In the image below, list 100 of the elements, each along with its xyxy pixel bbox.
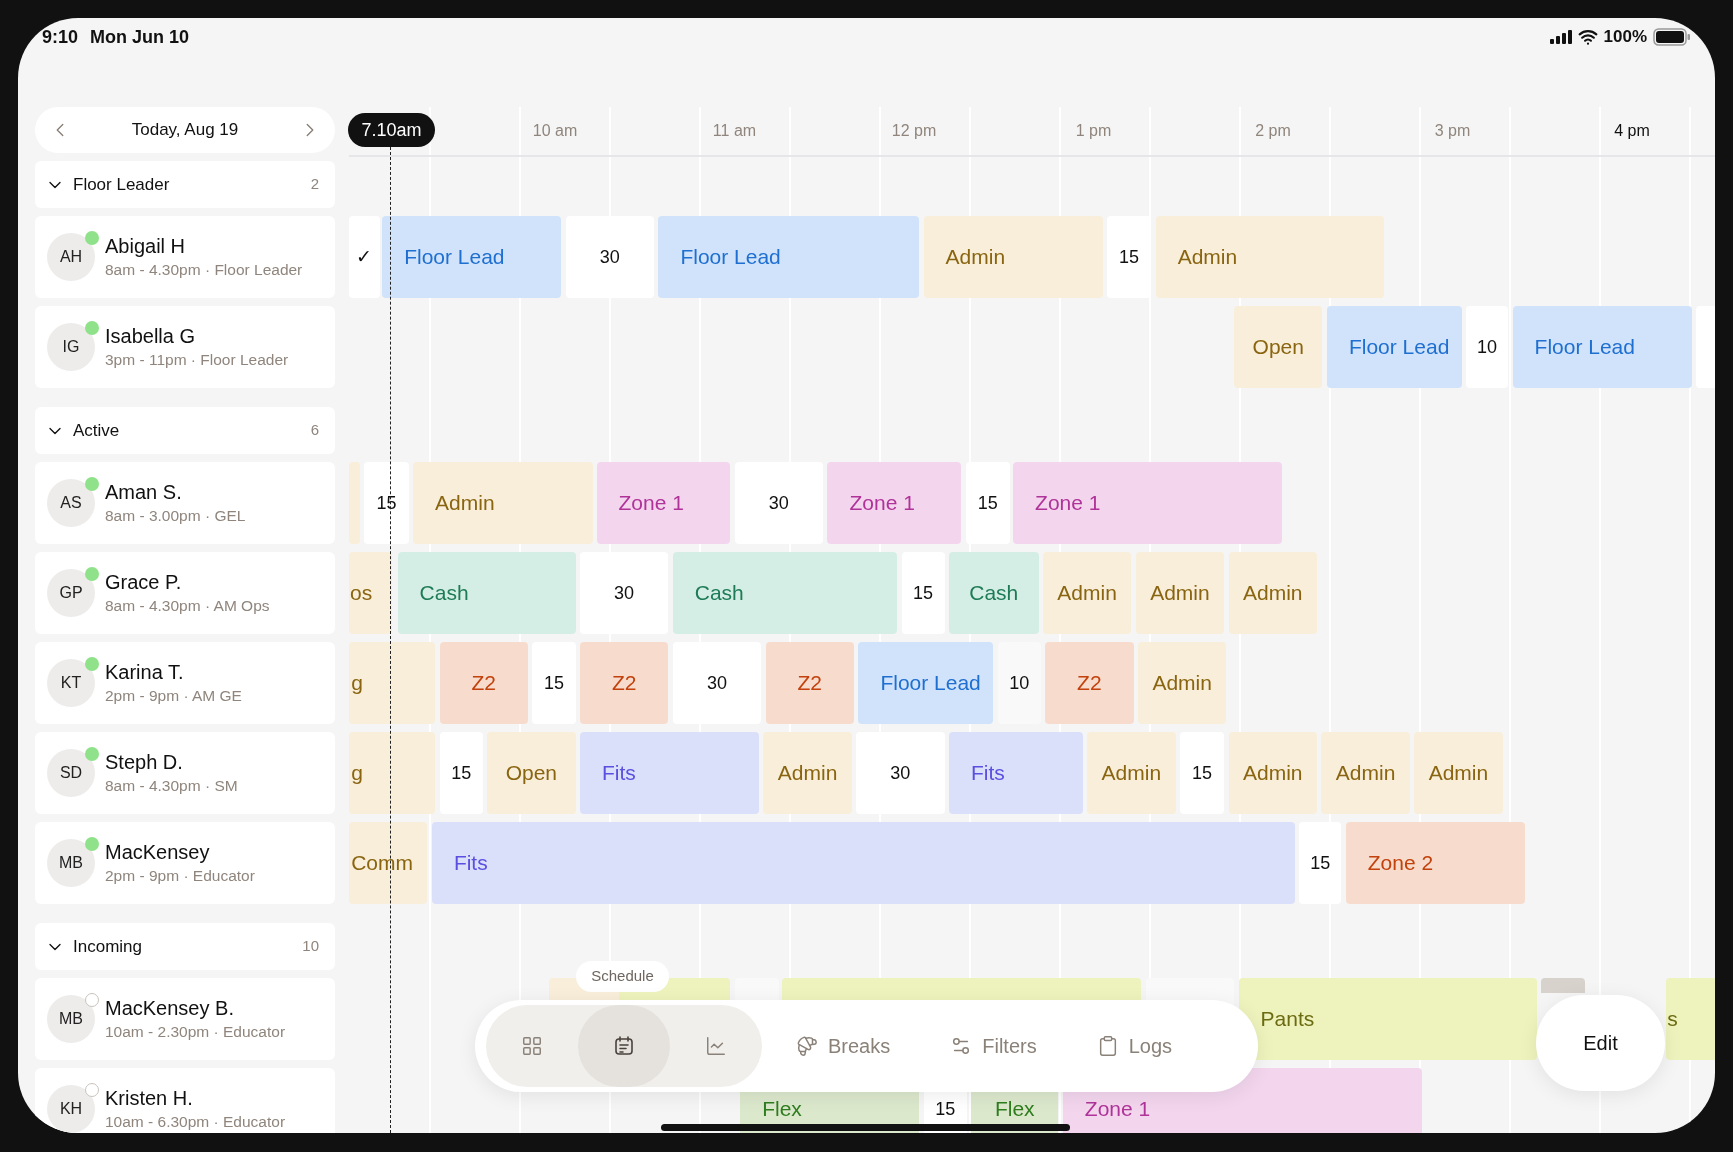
staff-card[interactable]: KT Karina T. 2pm - 9pm · AM GE (35, 642, 335, 724)
shift-block[interactable]: Z2 (1045, 642, 1134, 724)
break-block[interactable]: 30 (672, 642, 762, 724)
shift-block[interactable] (349, 462, 361, 544)
group-header[interactable]: Active 6 (35, 407, 335, 454)
staff-card[interactable]: MB MacKensey B. 10am - 2.30pm · Educator (35, 978, 335, 1060)
shift-block[interactable]: Fits (579, 732, 759, 814)
shift-block[interactable]: s (1666, 978, 1715, 1060)
staff-shift: 8am - 4.30pm · SM (105, 776, 238, 796)
staff-name: Abigail H (105, 234, 187, 259)
shift-block[interactable]: Admin (1042, 552, 1132, 634)
staff-shift: 8am - 4.30pm · Floor Leader (105, 260, 303, 280)
shift-block[interactable]: Admin (763, 732, 852, 814)
hour-label: 4 pm (1614, 121, 1650, 141)
staff-name: Karina T. (105, 660, 185, 685)
shift-block[interactable]: Pants (1238, 978, 1537, 1060)
staff-name: Steph D. (105, 750, 184, 775)
check-block[interactable]: ✓ (349, 216, 380, 298)
signal-icon (1549, 30, 1572, 44)
break-block[interactable]: 15 (1107, 216, 1152, 298)
filters-button[interactable]: Filters (950, 1031, 1037, 1061)
group-header[interactable]: Floor Leader 2 (35, 161, 335, 208)
break-block[interactable]: 15 (1299, 822, 1342, 904)
shift-block[interactable]: Z2 (765, 642, 854, 724)
shift-block[interactable]: Comm (349, 822, 428, 904)
staff-card[interactable]: IG Isabella G 3pm - 11pm · Floor Leader (35, 306, 335, 388)
avatar: KT (47, 659, 95, 707)
break-block[interactable]: 15 (965, 462, 1010, 544)
group-title: Active (73, 419, 120, 442)
break-block[interactable]: 30 (565, 216, 654, 298)
shift-block[interactable]: g (349, 732, 436, 814)
date-label: Today, Aug 19 (131, 119, 239, 142)
shift-block[interactable]: Admin (1087, 732, 1176, 814)
hour-label: 2 pm (1255, 121, 1291, 141)
shift-block[interactable]: Admin (923, 216, 1103, 298)
break-block[interactable]: 15 (439, 732, 483, 814)
staff-name: Isabella G (105, 324, 197, 349)
breaks-button[interactable]: Breaks (796, 1031, 891, 1061)
shift-block[interactable]: Open (487, 732, 576, 814)
shift-block[interactable]: Cash (949, 552, 1039, 634)
break-block[interactable]: 15 (364, 462, 409, 544)
logs-button[interactable]: Logs (1096, 1031, 1173, 1061)
avatar: GP (47, 569, 95, 617)
shift-block[interactable]: Floor Lead (1326, 306, 1462, 388)
shift-block[interactable]: Z2 (579, 642, 669, 724)
staff-card[interactable]: KH Kristen H. 10am - 6.30pm · Educator (35, 1068, 335, 1133)
staff-shift: 2pm - 9pm · Educator (105, 866, 255, 886)
shift-block[interactable]: Admin (1135, 552, 1225, 634)
shift-block[interactable]: Zone 1 (596, 462, 731, 544)
hour-label: 11 am (712, 121, 757, 141)
break-block[interactable]: 10 (1466, 306, 1509, 388)
wifi-icon (1577, 27, 1598, 47)
staff-card[interactable]: MB MacKensey 2pm - 9pm · Educator (35, 822, 335, 904)
shift-block[interactable]: Cash (672, 552, 898, 634)
battery-percent: 100% (1603, 26, 1647, 49)
shift-block[interactable]: Floor Lead (658, 216, 920, 298)
shift-block[interactable]: Admin (1228, 732, 1317, 814)
break-block[interactable]: 30 (856, 732, 945, 814)
shift-block[interactable]: Floor Lead (858, 642, 994, 724)
group-header[interactable]: Incoming 10 (35, 923, 335, 970)
shift-block[interactable]: Zone 1 (1013, 462, 1282, 544)
break-block[interactable]: 15 (901, 552, 945, 634)
shift-block[interactable]: Admin (1137, 642, 1227, 724)
shift-block[interactable]: Floor Lead (382, 216, 562, 298)
shift-block[interactable]: Fits (431, 822, 1295, 904)
shift-block[interactable] (1541, 978, 1586, 994)
shift-block[interactable]: Zone 1 (827, 462, 962, 544)
shift-block[interactable]: Admin (413, 462, 594, 544)
shift-block[interactable]: Admin (1321, 732, 1410, 814)
hour-label: 3 pm (1434, 121, 1471, 141)
battery-icon (1653, 28, 1691, 46)
staff-card[interactable]: AS Aman S. 8am - 3.00pm · GEL (35, 462, 335, 544)
staff-shift: 2pm - 9pm · AM GE (105, 686, 242, 706)
shift-block[interactable]: Fits (949, 732, 1083, 814)
group-count: 10 (302, 936, 319, 957)
staff-card[interactable]: GP Grace P. 8am - 4.30pm · AM Ops (35, 552, 335, 634)
edit-button[interactable]: Edit (1536, 995, 1665, 1091)
shift-block[interactable]: Z2 (439, 642, 528, 724)
shift-block[interactable]: Zone 2 (1345, 822, 1525, 904)
shift-block[interactable]: g (349, 642, 436, 724)
shift-block[interactable]: Open (1234, 306, 1323, 388)
shift-block[interactable]: Floor Lead (1512, 306, 1692, 388)
shift-block[interactable]: Admin (1228, 552, 1317, 634)
break-block[interactable]: 15 (1179, 732, 1225, 814)
staff-shift: 8am - 3.00pm · GEL (105, 506, 246, 526)
avatar: AS (47, 479, 95, 527)
shift-block[interactable]: Cash (397, 552, 576, 634)
break-block[interactable]: 15 (532, 642, 576, 724)
staff-name: Grace P. (105, 570, 183, 595)
avatar: AH (47, 233, 95, 281)
break-block[interactable]: 10 (997, 642, 1041, 724)
staff-card[interactable]: SD Steph D. 8am - 4.30pm · SM (35, 732, 335, 814)
shift-block[interactable]: os (349, 552, 393, 634)
group-title: Floor Leader (73, 173, 170, 196)
break-block[interactable]: 30 (579, 552, 669, 634)
shift-block[interactable]: Admin (1155, 216, 1385, 298)
avatar: SD (47, 749, 95, 797)
staff-card[interactable]: AH Abigail H 8am - 4.30pm · Floor Leader (35, 216, 335, 298)
shift-block[interactable]: Admin (1414, 732, 1503, 814)
break-block[interactable]: 30 (734, 462, 824, 544)
